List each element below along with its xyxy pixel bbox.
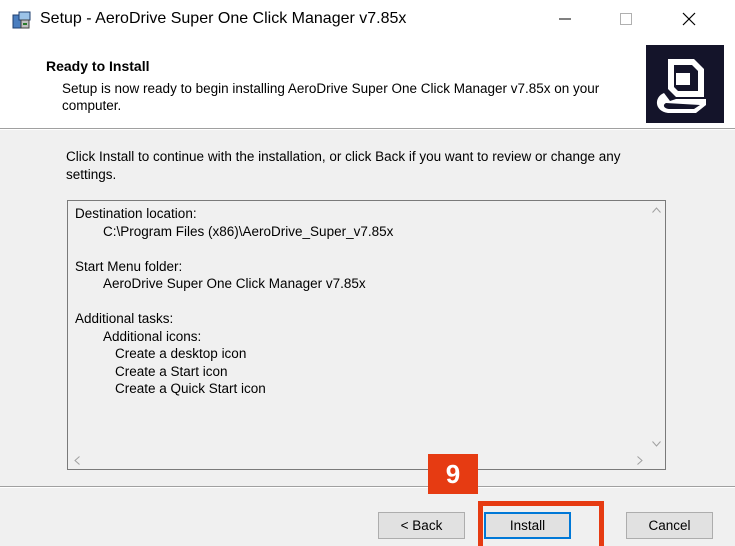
maximize-icon — [620, 12, 632, 28]
task-item: Create a Start icon — [115, 363, 228, 379]
back-button[interactable]: < Back — [378, 512, 465, 539]
minimize-icon — [559, 13, 571, 28]
scroll-left-icon[interactable] — [68, 452, 85, 469]
summary-text: Destination location: C:\Program Files (… — [75, 205, 393, 398]
footer-divider — [0, 486, 735, 488]
task-item: Create a desktop icon — [115, 346, 247, 361]
task-item: Create a Quick Start icon — [115, 381, 266, 396]
close-button[interactable] — [666, 0, 712, 40]
scrollbar-corner — [648, 452, 665, 469]
instruction-text: Click Install to continue with the insta… — [66, 149, 621, 182]
summary-memo-box[interactable]: Destination location: C:\Program Files (… — [67, 200, 666, 470]
scroll-up-icon[interactable] — [648, 201, 665, 218]
destination-label: Destination location: — [75, 206, 197, 221]
destination-value: C:\Program Files (x86)\AeroDrive_Super_v… — [103, 223, 394, 239]
vertical-scrollbar[interactable] — [648, 201, 665, 452]
wizard-content: Click Install to continue with the insta… — [0, 130, 735, 486]
start-menu-label: Start Menu folder: — [75, 258, 183, 274]
computer-install-icon — [646, 45, 724, 123]
window-title: Setup - AeroDrive Super One Click Manage… — [40, 10, 407, 27]
page-title: Ready to Install — [46, 58, 150, 74]
tasks-label: Additional tasks: — [75, 311, 174, 326]
maximize-button[interactable] — [603, 0, 649, 40]
step-number-badge: 9 — [428, 454, 478, 494]
close-icon — [682, 12, 696, 29]
install-highlight-frame — [478, 501, 604, 546]
scroll-right-icon[interactable] — [631, 452, 648, 469]
cancel-button[interactable]: Cancel — [626, 512, 713, 539]
start-menu-value: AeroDrive Super One Click Manager v7.85x — [103, 276, 366, 291]
title-bar: Setup - AeroDrive Super One Click Manage… — [0, 0, 735, 40]
page-description: Setup is now ready to begin installing A… — [62, 81, 600, 113]
scroll-down-icon[interactable] — [648, 435, 665, 452]
horizontal-scrollbar[interactable] — [68, 452, 648, 469]
wizard-header: Ready to Install Setup is now ready to b… — [0, 40, 735, 128]
icons-label: Additional icons: — [103, 328, 202, 344]
setup-app-icon — [12, 10, 32, 30]
minimize-button[interactable] — [542, 0, 588, 40]
